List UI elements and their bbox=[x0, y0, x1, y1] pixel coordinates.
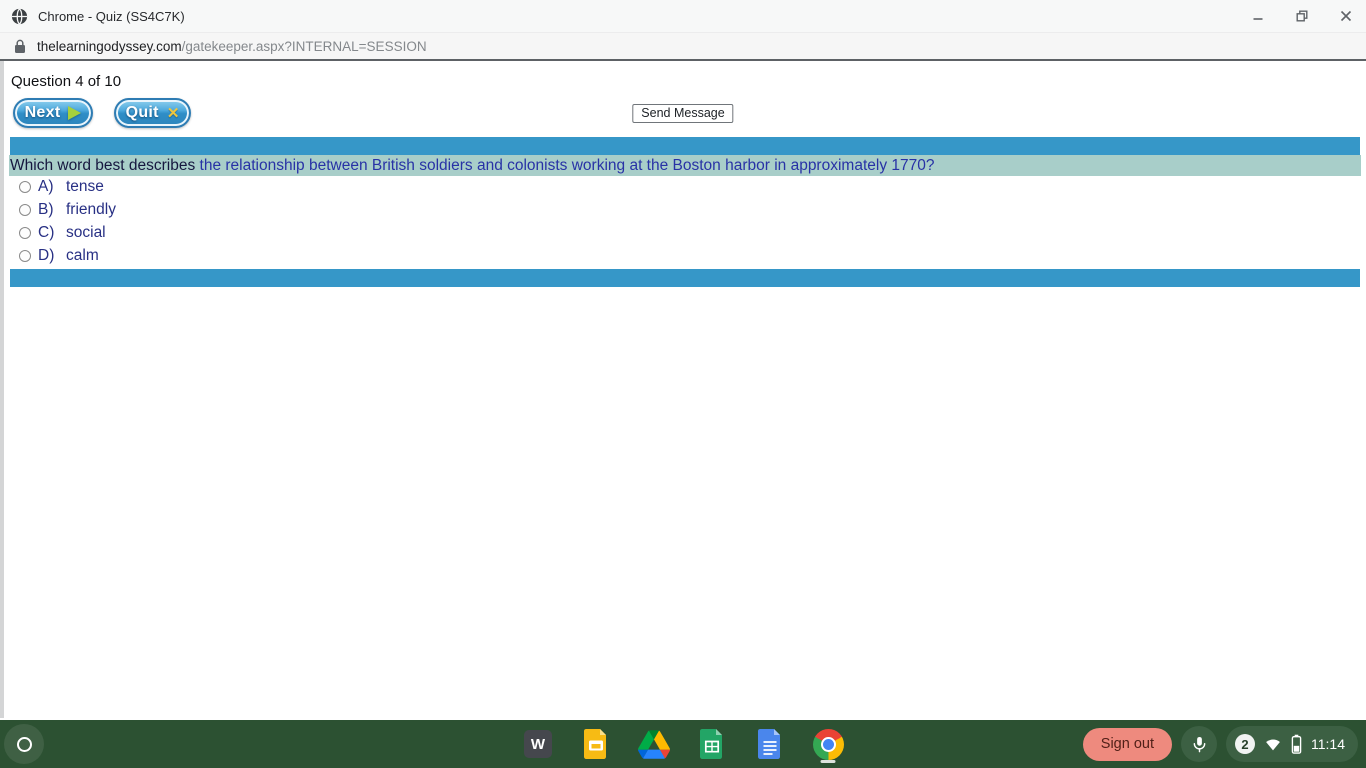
chrome-icon bbox=[812, 728, 844, 760]
microphone-button[interactable] bbox=[1181, 726, 1217, 762]
url-domain: thelearningodyssey.com bbox=[37, 38, 182, 54]
option-d-radio[interactable] bbox=[19, 249, 31, 262]
url-path: /gatekeeper.aspx?INTERNAL=SESSION bbox=[181, 38, 427, 54]
answer-option-d[interactable]: D) calm bbox=[19, 244, 99, 267]
question-progress: Question 4 of 10 bbox=[11, 73, 122, 90]
answer-option-a[interactable]: A) tense bbox=[19, 175, 104, 198]
shelf-apps: W bbox=[522, 720, 844, 768]
option-b-letter: B) bbox=[38, 200, 54, 218]
option-a-radio[interactable] bbox=[19, 180, 31, 193]
google-docs-icon bbox=[758, 729, 780, 759]
option-d-letter: D) bbox=[38, 246, 55, 264]
launcher-button[interactable] bbox=[4, 724, 44, 764]
screen: Chrome - Quiz (SS4C7K) thelearningodysse… bbox=[0, 0, 1366, 768]
chrome-active-indicator bbox=[820, 760, 836, 763]
page-left-edge bbox=[0, 61, 4, 718]
status-tray[interactable]: 2 11:14 bbox=[1226, 726, 1358, 762]
app-google-sheets[interactable] bbox=[696, 725, 728, 763]
google-drive-icon bbox=[638, 729, 670, 759]
wifi-icon bbox=[1266, 739, 1280, 751]
option-d-text: calm bbox=[66, 246, 99, 264]
option-c-radio[interactable] bbox=[19, 226, 31, 239]
address-bar[interactable]: thelearningodyssey.com/gatekeeper.aspx?I… bbox=[0, 33, 1366, 61]
send-message-button[interactable]: Send Message bbox=[632, 104, 734, 123]
launcher-icon bbox=[16, 736, 32, 752]
sign-out-button[interactable]: Sign out bbox=[1082, 727, 1172, 761]
top-divider-bar bbox=[10, 137, 1360, 155]
option-c-letter: C) bbox=[38, 223, 55, 241]
quit-button-label: Quit bbox=[125, 104, 159, 121]
shelf-status-area: Sign out 2 11:14 bbox=[1082, 720, 1358, 768]
quit-button[interactable]: Quit ✕ bbox=[114, 98, 191, 128]
w-app-icon: W bbox=[524, 730, 552, 758]
play-icon bbox=[68, 106, 82, 120]
option-b-radio[interactable] bbox=[19, 203, 31, 216]
option-a-text: tense bbox=[66, 177, 104, 195]
question-text-read: Which word best describes bbox=[10, 156, 196, 174]
question-text: Which word best describes the relationsh… bbox=[9, 155, 1361, 176]
globe-icon bbox=[11, 7, 28, 25]
option-a-letter: A) bbox=[38, 177, 54, 195]
chromeos-shelf: W Sign out 2 11:14 bbox=[0, 720, 1366, 768]
notification-badge: 2 bbox=[1235, 734, 1255, 754]
answer-option-b[interactable]: B) friendly bbox=[19, 198, 116, 221]
app-google-docs[interactable] bbox=[754, 725, 786, 763]
bottom-divider-bar bbox=[10, 269, 1360, 287]
app-w[interactable]: W bbox=[522, 725, 554, 763]
next-button-label: Next bbox=[24, 104, 61, 121]
close-button[interactable] bbox=[1339, 9, 1353, 23]
app-google-drive[interactable] bbox=[638, 725, 670, 763]
google-sheets-icon bbox=[700, 729, 722, 759]
option-c-text: social bbox=[66, 223, 106, 241]
microphone-icon bbox=[1193, 736, 1205, 752]
question-text-rest: the relationship between British soldier… bbox=[195, 156, 935, 174]
quit-x-icon: ✕ bbox=[166, 105, 180, 122]
page-content: Question 4 of 10 Next Quit ✕ Send Messag… bbox=[0, 61, 1366, 718]
app-chrome[interactable] bbox=[812, 725, 844, 763]
lock-icon[interactable] bbox=[14, 39, 26, 54]
window-controls bbox=[1251, 9, 1353, 23]
answer-option-c[interactable]: C) social bbox=[19, 221, 106, 244]
battery-icon bbox=[1291, 734, 1302, 754]
window-title: Chrome - Quiz (SS4C7K) bbox=[38, 8, 185, 24]
app-google-slides[interactable] bbox=[580, 725, 612, 763]
next-button[interactable]: Next bbox=[13, 98, 93, 128]
google-slides-icon bbox=[584, 729, 606, 759]
option-b-text: friendly bbox=[66, 200, 116, 218]
minimize-button[interactable] bbox=[1251, 9, 1265, 23]
window-titlebar: Chrome - Quiz (SS4C7K) bbox=[0, 0, 1366, 33]
restore-button[interactable] bbox=[1295, 9, 1309, 23]
clock: 11:14 bbox=[1311, 736, 1345, 752]
